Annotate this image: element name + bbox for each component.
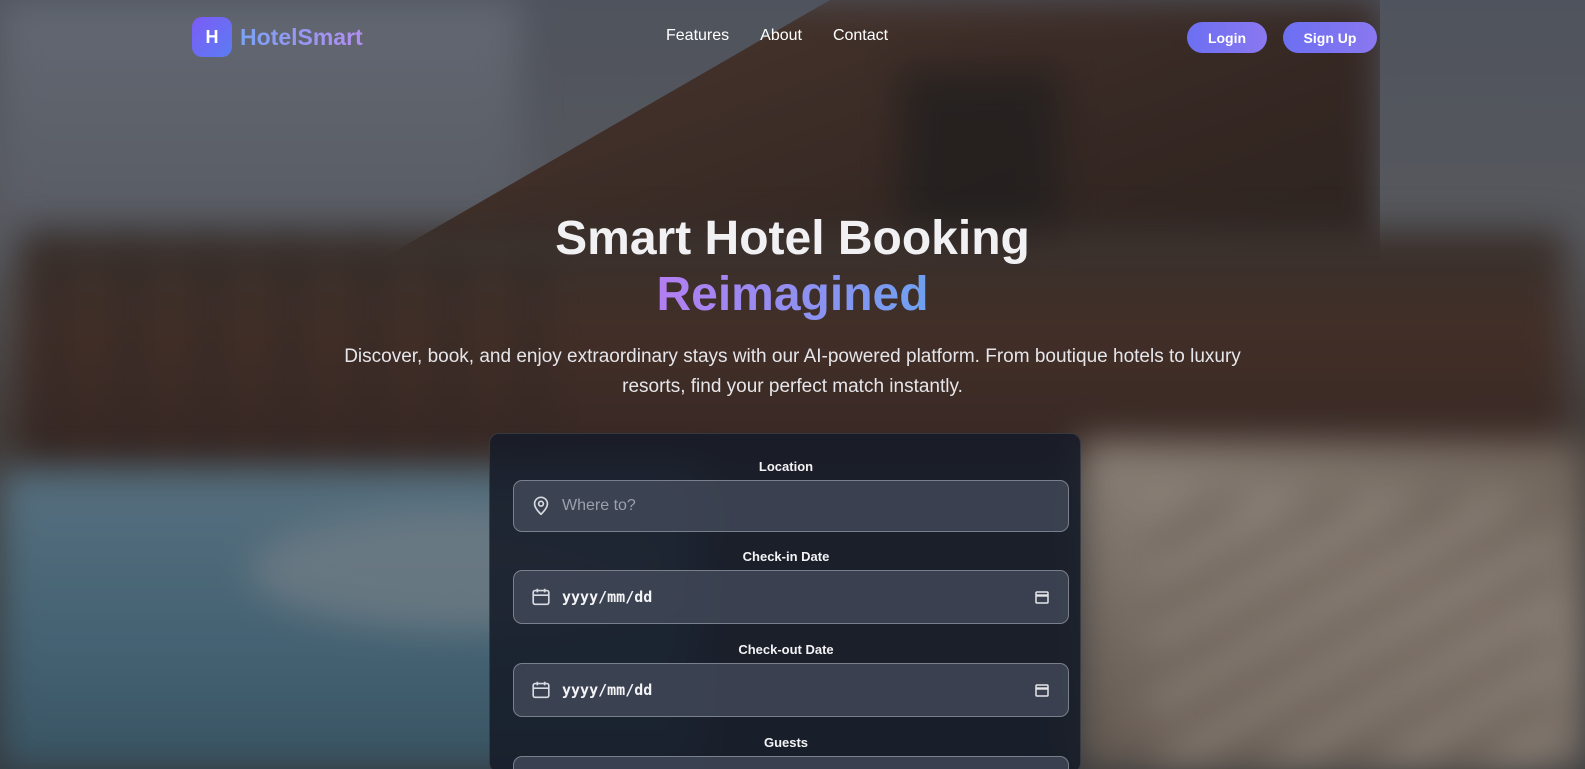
signup-button[interactable]: Sign Up bbox=[1283, 22, 1377, 53]
checkin-date-field[interactable]: yyyy/mm/dd bbox=[513, 570, 1069, 624]
hero-title: Smart Hotel Booking bbox=[555, 212, 1030, 265]
nav-link-about[interactable]: About bbox=[760, 27, 802, 45]
map-pin-icon bbox=[533, 496, 549, 516]
calendar-icon bbox=[532, 588, 550, 606]
checkin-label: Check-in Date bbox=[742, 549, 830, 564]
hero-title-accent: Reimagined bbox=[0, 266, 1585, 324]
checkout-label: Check-out Date bbox=[738, 642, 834, 657]
checkout-date-field[interactable]: yyyy/mm/dd bbox=[513, 663, 1069, 717]
location-input[interactable] bbox=[562, 497, 1068, 515]
calendar-picker-icon[interactable] bbox=[1034, 589, 1050, 605]
booking-search-card: Location Check-in Date yyyy/mm/dd Check-… bbox=[489, 433, 1081, 769]
checkin-date-value[interactable]: yyyy/mm/dd bbox=[562, 588, 1034, 606]
brand-name: HotelSmart bbox=[240, 23, 363, 50]
guests-label: Guests bbox=[763, 735, 809, 750]
checkout-date-value[interactable]: yyyy/mm/dd bbox=[562, 681, 1034, 699]
brand-logo[interactable]: H HotelSmart bbox=[192, 17, 363, 57]
login-button[interactable]: Login bbox=[1187, 22, 1267, 53]
location-label: Location bbox=[758, 459, 814, 474]
calendar-picker-icon[interactable] bbox=[1034, 682, 1050, 698]
nav-link-contact[interactable]: Contact bbox=[833, 27, 888, 45]
guests-field[interactable] bbox=[513, 756, 1069, 769]
main-nav: Features About Contact bbox=[666, 27, 888, 45]
top-navbar: H HotelSmart Features About Contact Logi… bbox=[0, 0, 1585, 76]
hero-subtitle: Discover, book, and enjoy extraordinary … bbox=[344, 346, 1241, 397]
nav-link-features[interactable]: Features bbox=[666, 27, 729, 45]
logo-badge-icon: H bbox=[192, 17, 232, 57]
calendar-icon bbox=[532, 681, 550, 699]
location-field[interactable] bbox=[513, 480, 1069, 532]
hero-accent-text: Reimagined bbox=[656, 268, 929, 321]
